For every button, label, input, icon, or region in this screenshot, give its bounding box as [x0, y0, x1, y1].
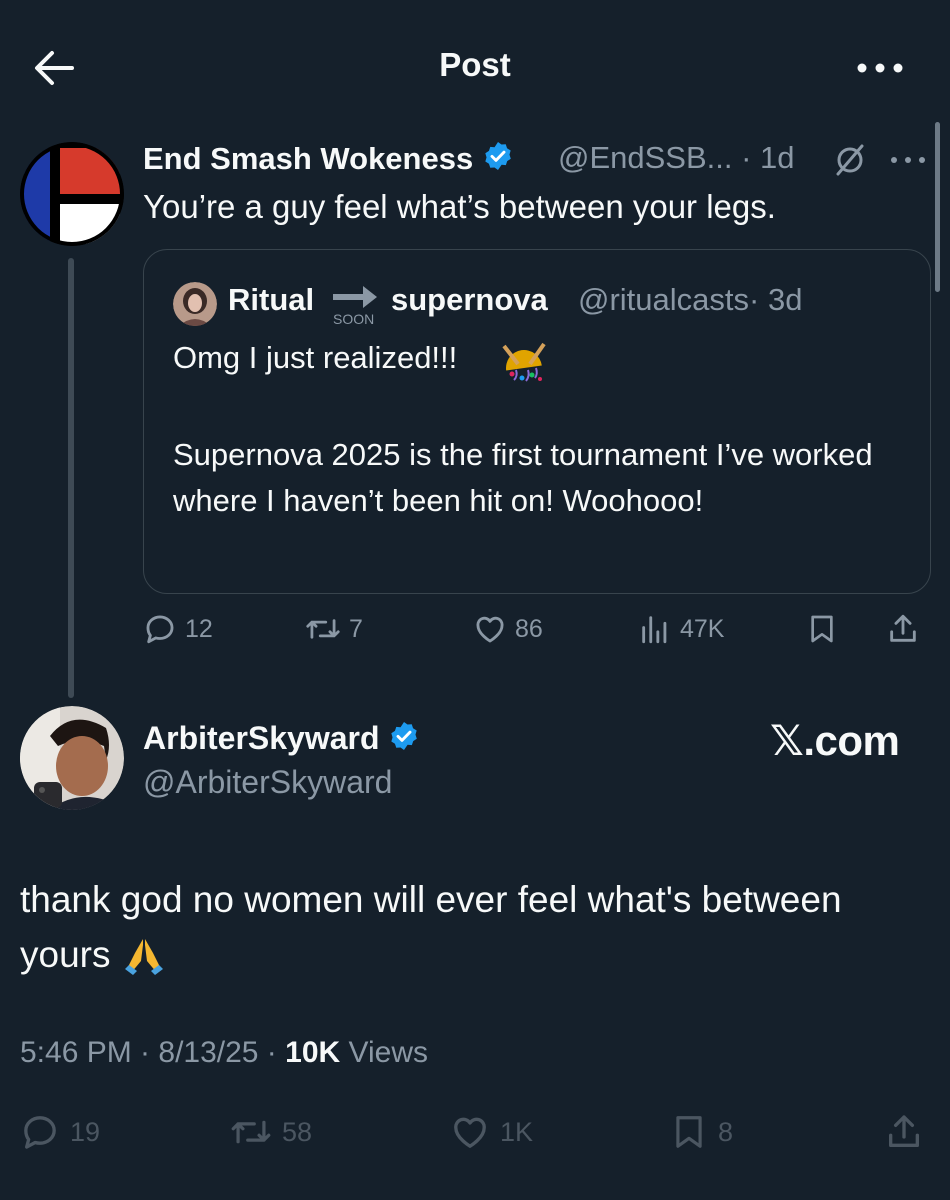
post-metadata: 5:46 PM · 8/13/25 · 10K Views	[20, 1036, 428, 1070]
quoted-author-name: Ritual	[228, 282, 315, 317]
share-button[interactable]	[886, 612, 920, 646]
post-text: thank god no women will ever feel what's…	[20, 872, 930, 982]
share-button[interactable]	[884, 1112, 924, 1152]
handle-text: @EndSSB...	[558, 140, 733, 175]
views-label: Views	[340, 1036, 429, 1069]
like-button[interactable]: 86	[473, 612, 543, 646]
thread-line	[68, 258, 74, 698]
repost-icon	[231, 1120, 271, 1144]
repost-button[interactable]: 7	[305, 612, 363, 646]
bookmark-icon	[676, 1116, 702, 1148]
verified-badge-icon	[485, 142, 511, 170]
quoted-text-body: Supernova 2025 is the first tournament I…	[173, 437, 873, 518]
bookmark-icon	[811, 615, 833, 643]
avatar[interactable]	[20, 706, 124, 810]
bookmark-count: 8	[718, 1116, 734, 1147]
views-count: 10K	[285, 1036, 341, 1069]
verified-badge-icon	[391, 722, 418, 750]
author-name-text: End Smash Wokeness	[143, 141, 474, 176]
profile-photo	[20, 706, 124, 810]
heart-icon	[476, 616, 504, 643]
like-count: 86	[515, 614, 543, 643]
repost-count: 58	[282, 1116, 313, 1147]
views-count: 47K	[680, 614, 725, 643]
smash-ball-avatar	[20, 142, 124, 246]
quoted-time: · 3d	[749, 282, 803, 317]
reply-icon	[146, 615, 174, 644]
share-icon	[889, 1115, 919, 1147]
quoted-handle-text: @ritualcasts	[578, 282, 750, 317]
reply-count: 19	[70, 1116, 101, 1147]
soon-arrow-icon: SOON	[333, 286, 377, 327]
scrollbar[interactable]	[935, 122, 940, 292]
more-horizontal-icon	[891, 157, 925, 163]
more-horizontal-icon	[857, 63, 903, 73]
share-icon	[890, 614, 916, 642]
confetti-ball-icon	[500, 338, 548, 382]
more-options-button[interactable]	[852, 52, 908, 84]
reply-button[interactable]: 12	[143, 612, 213, 646]
quoted-author-name-2: supernova	[391, 282, 548, 317]
quoted-handle: @ritualcasts· 3d	[578, 282, 802, 318]
reply-button[interactable]: 19	[20, 1112, 100, 1152]
like-button[interactable]: 1K	[450, 1112, 533, 1152]
author-name-text: ArbiterSkyward	[143, 720, 380, 756]
svg-text:SOON: SOON	[333, 311, 374, 326]
repost-icon	[306, 619, 340, 639]
grok-icon	[836, 144, 864, 176]
heart-icon	[454, 1117, 486, 1148]
views-button[interactable]: 47K	[638, 612, 724, 646]
like-count: 1K	[500, 1116, 534, 1147]
reply-count: 12	[185, 614, 213, 643]
quoted-avatar	[173, 282, 217, 326]
post-time: · 1d	[741, 140, 795, 175]
quoted-text-line1: Omg I just realized!!!	[173, 340, 458, 375]
x-com-watermark: 𝕏.com	[770, 717, 900, 764]
page-title: Post	[439, 46, 511, 83]
bookmark-button[interactable]: 8	[670, 1112, 733, 1152]
post-more-button[interactable]	[888, 150, 928, 170]
quoted-avatar-image	[173, 282, 217, 326]
analytics-icon	[642, 616, 667, 644]
repost-button[interactable]: 58	[230, 1112, 312, 1152]
author-handle[interactable]: @EndSSB... · 1d	[558, 140, 795, 176]
bookmark-button[interactable]	[806, 612, 838, 646]
author-name[interactable]: ArbiterSkyward	[143, 720, 420, 757]
author-name[interactable]: End Smash Wokeness	[143, 140, 514, 177]
grok-button[interactable]	[832, 142, 868, 178]
post-timestamp: 5:46 PM · 8/13/25 ·	[20, 1036, 286, 1069]
soon-arrow-emoji: SOON	[329, 282, 383, 327]
reply-icon	[24, 1116, 56, 1149]
repost-count: 7	[349, 614, 363, 643]
author-handle[interactable]: @ArbiterSkyward	[143, 764, 392, 801]
avatar[interactable]	[20, 142, 124, 246]
folded-hands-icon	[124, 939, 163, 975]
post-text: You’re a guy feel what’s between your le…	[143, 188, 776, 225]
